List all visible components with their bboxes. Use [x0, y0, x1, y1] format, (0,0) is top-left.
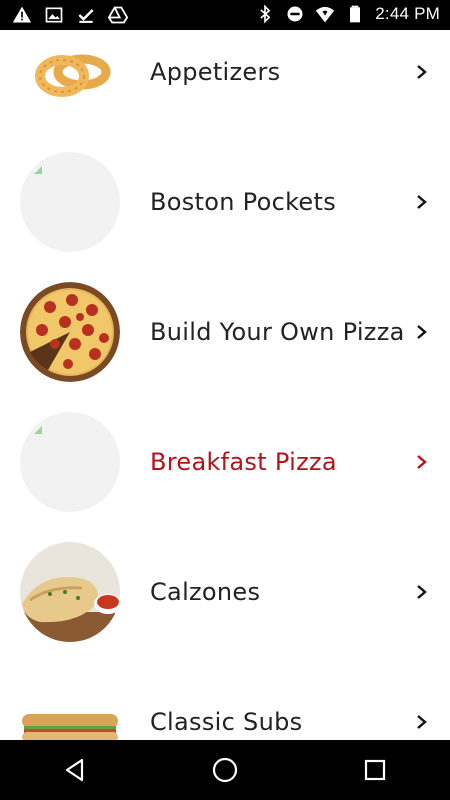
menu-item-label: Appetizers: [150, 58, 281, 86]
back-icon: [65, 758, 84, 782]
back-button[interactable]: [55, 750, 95, 790]
status-bar: 2:44 PM: [0, 0, 450, 30]
calzone-image: [20, 542, 120, 642]
battery-icon: [350, 5, 361, 23]
menu-item-classic-subs[interactable]: Classic Subs: [0, 657, 450, 740]
sub-sandwich-image: [20, 672, 120, 740]
home-button[interactable]: [205, 750, 245, 790]
navigation-bar: [0, 740, 450, 800]
chevron-right-icon: [417, 585, 427, 599]
menu-item-breakfast-pizza[interactable]: Breakfast Pizza: [0, 397, 450, 527]
chevron-right-icon: [417, 455, 427, 469]
menu-item-label: Boston Pockets: [150, 188, 337, 216]
image-icon: [45, 7, 63, 23]
bluetooth-icon: [260, 4, 271, 24]
recents-icon: [364, 759, 386, 781]
broken-image-icon: [34, 426, 42, 434]
status-time: 2:44 PM: [375, 4, 440, 23]
menu-item-appetizers[interactable]: Appetizers: [0, 30, 450, 137]
chevron-right-icon: [417, 195, 427, 209]
recents-button[interactable]: [355, 750, 395, 790]
warning-icon: [12, 6, 32, 23]
home-icon: [212, 757, 238, 783]
wifi-icon: [316, 6, 335, 23]
chevron-right-icon: [417, 65, 427, 79]
drive-icon: [108, 6, 128, 24]
chevron-right-icon: [417, 715, 427, 729]
menu-item-label: Calzones: [150, 578, 261, 606]
menu-item-label: Classic Subs: [150, 708, 303, 736]
menu-item-label: Build Your Own Pizza: [150, 318, 405, 346]
menu-category-list: Appetizers Boston Pockets Build Your Own: [0, 30, 450, 740]
menu-item-calzones[interactable]: Calzones: [0, 527, 450, 657]
pepperoni-pizza-image: [20, 282, 120, 382]
image-placeholder: [20, 152, 120, 252]
image-placeholder: [20, 412, 120, 512]
download-done-icon: [78, 9, 94, 23]
menu-item-build-your-own-pizza[interactable]: Build Your Own Pizza: [0, 267, 450, 397]
chevron-right-icon: [417, 325, 427, 339]
broken-image-icon: [34, 166, 42, 174]
menu-item-boston-pockets[interactable]: Boston Pockets: [0, 137, 450, 267]
menu-item-label: Breakfast Pizza: [150, 448, 337, 476]
onion-rings-image: [20, 30, 120, 122]
do-not-disturb-icon: [287, 6, 303, 22]
